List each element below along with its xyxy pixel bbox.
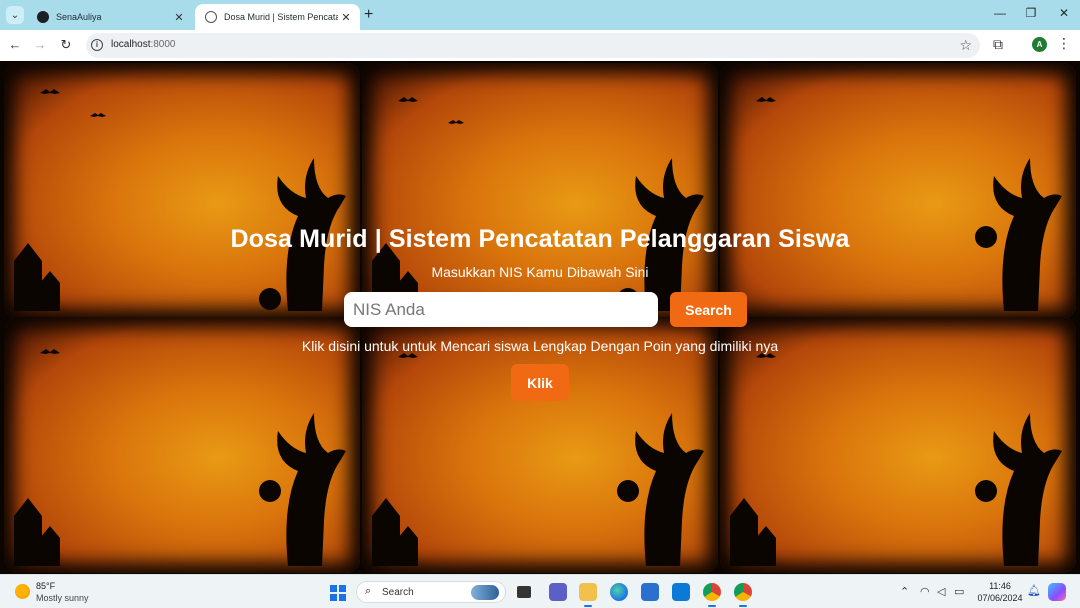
taskbar-clock[interactable]: 11:46 07/06/2024	[972, 580, 1028, 604]
back-icon[interactable]: ←	[7, 37, 23, 52]
address-bar[interactable]: i localhost:8000 ☆	[86, 33, 980, 58]
tab-title: Dosa Murid | Sistem Pencatatan	[224, 12, 338, 22]
close-tab-icon[interactable]: ✕	[171, 11, 187, 24]
chrome-icon[interactable]	[734, 583, 752, 607]
page-title: Dosa Murid | Sistem Pencatatan Pelanggar…	[230, 225, 850, 253]
subtitle: Masukkan NIS Kamu Dibawah Sini	[431, 264, 649, 280]
klik-button[interactable]: Klik	[511, 364, 569, 401]
tray-overflow-chevron-icon[interactable]: ⌃	[900, 585, 909, 598]
weather-condition[interactable]: Mostly sunny	[36, 593, 89, 603]
nis-input[interactable]	[344, 292, 658, 327]
microsoft-store-icon[interactable]	[641, 583, 659, 601]
hint-text: Klik disini untuk untuk Mencari siswa Le…	[301, 338, 779, 354]
tab-github[interactable]: SenaAuliya ✕	[27, 4, 193, 30]
bookmark-star-icon[interactable]: ☆	[959, 37, 972, 54]
site-info-icon[interactable]: i	[91, 39, 103, 51]
task-view-icon[interactable]	[517, 586, 531, 598]
landing-content: Dosa Murid | Sistem Pencatatan Pelanggar…	[0, 61, 1080, 574]
github-icon	[37, 11, 49, 23]
profile-avatar[interactable]: A	[1032, 37, 1047, 52]
taskbar-search-label: Search	[382, 587, 414, 598]
taskbar-search[interactable]: ⌕ Search	[356, 581, 506, 603]
battery-icon[interactable]: ▭	[954, 585, 964, 598]
edge-icon[interactable]	[610, 583, 628, 601]
reload-icon[interactable]: ↻	[58, 37, 74, 53]
chrome-profile-icon[interactable]	[703, 583, 721, 607]
teams-icon[interactable]	[549, 583, 567, 601]
weather-temp[interactable]: 85°F	[36, 581, 55, 591]
window-close-icon[interactable]: ✕	[1054, 6, 1074, 20]
globe-icon	[205, 11, 217, 23]
extensions-icon[interactable]: ⧉	[993, 36, 1003, 53]
forward-icon[interactable]: →	[32, 37, 48, 52]
windows-start-icon[interactable]	[330, 585, 346, 601]
windows-taskbar: 85°F Mostly sunny ⌕ Search ⌃ ◠ ◁ ▭ 11:46…	[0, 574, 1080, 608]
url-port: :8000	[150, 39, 176, 50]
url-text[interactable]: localhost:8000	[111, 39, 176, 50]
volume-icon[interactable]: ◁	[937, 585, 945, 598]
file-explorer-icon[interactable]	[579, 583, 597, 607]
restore-icon[interactable]: ❐	[1021, 6, 1041, 20]
wifi-icon[interactable]: ◠	[920, 585, 930, 598]
search-button[interactable]: Search	[670, 292, 747, 327]
tab-dosa-murid[interactable]: Dosa Murid | Sistem Pencatatan ✕	[195, 4, 360, 30]
close-tab-icon[interactable]: ✕	[338, 11, 354, 24]
copilot-icon[interactable]	[1048, 583, 1066, 601]
tab-title: SenaAuliya	[56, 12, 102, 22]
page-viewport: Dosa Murid | Sistem Pencatatan Pelanggar…	[0, 61, 1080, 574]
vscode-icon[interactable]	[672, 583, 690, 601]
search-highlight-icon	[471, 585, 499, 600]
clock-time: 11:46	[989, 581, 1011, 591]
notification-bell-icon[interactable]: 🔔︎	[1027, 584, 1041, 597]
clock-date: 07/06/2024	[977, 593, 1023, 603]
browser-tab-bar: ⌄ SenaAuliya ✕ Dosa Murid | Sistem Penca…	[0, 0, 1080, 30]
new-tab-icon[interactable]: +	[364, 6, 373, 24]
menu-kebab-icon[interactable]: ⋮	[1057, 35, 1071, 52]
search-icon: ⌕	[365, 585, 372, 597]
tab-search-chevron-icon[interactable]: ⌄	[6, 6, 24, 24]
minimize-icon[interactable]: —	[990, 6, 1010, 20]
weather-sun-icon[interactable]	[15, 584, 30, 599]
browser-toolbar: ← → ↻ i localhost:8000 ☆ ⧉ A ⋮	[0, 30, 1080, 61]
url-host: localhost	[111, 39, 151, 50]
